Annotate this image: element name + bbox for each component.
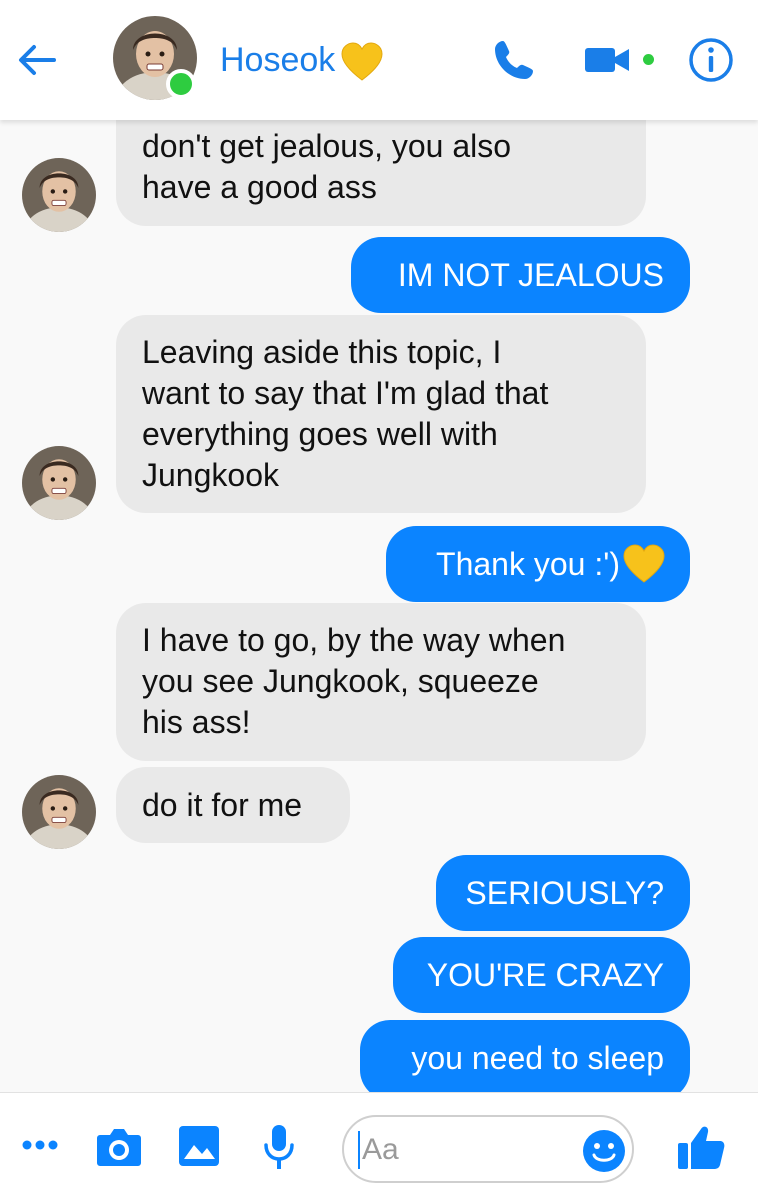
message-line: Jungkook [142, 457, 279, 493]
yellow-heart-icon [622, 544, 666, 584]
message-line: everything goes well with [142, 416, 498, 452]
more-icon[interactable] [20, 1133, 60, 1157]
contact-name[interactable]: Hoseok [220, 40, 335, 80]
message-line: Thank you :') [436, 546, 620, 582]
outgoing-message[interactable]: Thank you :') [386, 526, 690, 602]
outgoing-message[interactable]: SERIOUSLY? [436, 855, 690, 931]
sender-avatar[interactable] [22, 158, 96, 232]
message-line: Leaving aside this topic, I [142, 334, 502, 370]
microphone-icon[interactable] [262, 1123, 296, 1171]
text-caret [358, 1131, 360, 1169]
message-line: SERIOUSLY? [465, 875, 664, 911]
yellow-heart-icon [340, 42, 384, 82]
message-line: do it for me [142, 787, 303, 823]
message-line: want to say that I'm glad that [142, 375, 549, 411]
video-camera-icon[interactable] [583, 40, 633, 80]
sender-avatar[interactable] [22, 775, 96, 849]
back-arrow-icon[interactable] [14, 38, 58, 82]
thumbs-up-icon[interactable] [676, 1121, 726, 1171]
outgoing-message[interactable]: IM NOT JEALOUS [351, 237, 690, 313]
emoji-icon[interactable] [582, 1129, 626, 1173]
message-input[interactable]: Aa [342, 1115, 634, 1183]
phone-icon[interactable] [490, 36, 538, 84]
video-active-dot [643, 54, 654, 65]
message-line: YOU'RE CRAZY [426, 957, 664, 993]
message-line: IM NOT JEALOUS [397, 257, 664, 293]
message-line: I have to go, by the way when [142, 622, 566, 658]
outgoing-message[interactable]: you need to sleep [360, 1020, 690, 1092]
incoming-message[interactable]: Leaving aside this topic, I want to say … [116, 315, 646, 513]
message-line: have a good ass [142, 169, 377, 205]
incoming-message[interactable]: don't get jealous, you also have a good … [116, 120, 646, 226]
message-thread[interactable]: don't get jealous, you also have a good … [0, 120, 758, 1092]
conversation-header: Hoseok [0, 0, 758, 120]
message-line: you see Jungkook, squeeze [142, 663, 539, 699]
gallery-icon[interactable] [178, 1125, 220, 1167]
incoming-message[interactable]: do it for me [116, 767, 350, 843]
sender-avatar[interactable] [22, 446, 96, 520]
message-composer: Aa [0, 1092, 758, 1200]
incoming-message[interactable]: I have to go, by the way when you see Ju… [116, 603, 646, 761]
outgoing-message[interactable]: YOU'RE CRAZY [393, 937, 690, 1013]
message-input-placeholder: Aa [362, 1133, 399, 1166]
message-line: you need to sleep [411, 1040, 664, 1076]
info-icon[interactable] [688, 37, 734, 83]
camera-icon[interactable] [96, 1125, 142, 1167]
message-line: his ass! [142, 704, 251, 740]
online-status-dot [166, 69, 196, 99]
message-line: don't get jealous, you also [142, 128, 512, 164]
